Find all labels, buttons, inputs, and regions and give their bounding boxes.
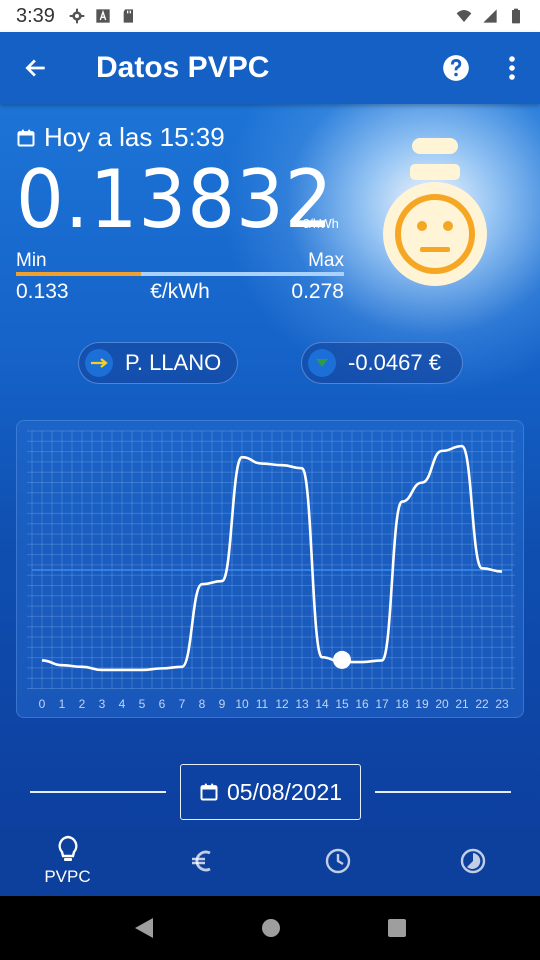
help-icon: [443, 55, 469, 81]
current-price: 0.13832: [16, 153, 334, 246]
nav-item-stats[interactable]: [405, 826, 540, 896]
app-bar: Datos PVPC: [0, 32, 540, 104]
status-time: 3:39: [16, 4, 55, 27]
home-circle-icon[interactable]: [260, 917, 282, 939]
bottom-navigation: PVPC: [0, 826, 540, 896]
x-tick-label: 19: [415, 697, 429, 711]
main-content: Hoy a las 15:39 0.13832 €/kWh Min Max 0.…: [0, 104, 540, 834]
x-tick-label: 14: [315, 697, 329, 711]
more-vert-icon: [509, 56, 515, 80]
price-unit: €/kWh: [302, 216, 339, 231]
x-tick-label: 13: [295, 697, 309, 711]
settings-icon: [69, 8, 85, 24]
calendar-icon: [200, 783, 218, 801]
max-label: Max: [308, 250, 344, 271]
range-unit: €/kWh: [150, 280, 210, 303]
price-range-bar: [16, 272, 344, 276]
triangle-down-icon: [308, 349, 336, 377]
help-button[interactable]: [428, 32, 484, 104]
current-time-label: Hoy a las 15:39: [16, 122, 225, 153]
x-tick-label: 1: [59, 697, 66, 711]
price-difference-badge: -0.0467 €: [301, 342, 463, 384]
x-tick-label: 9: [219, 697, 226, 711]
range-values: 0.133 €/kWh 0.278: [16, 280, 344, 304]
calendar-icon: [17, 129, 35, 146]
x-tick-label: 23: [495, 697, 509, 711]
x-tick-label: 15: [335, 697, 349, 711]
x-tick-label: 7: [179, 697, 186, 711]
font-icon: [96, 9, 110, 23]
x-tick-label: 3: [99, 697, 106, 711]
x-tick-label: 18: [395, 697, 409, 711]
price-chart[interactable]: 0 1 2 3 4 5 6 7 8 9 10 11 12 13 14 15 16 17 18 19 20 21 22 23: [16, 420, 524, 718]
x-tick-label: 5: [139, 697, 146, 711]
wifi-icon: [456, 10, 472, 22]
x-tick-label: 10: [235, 697, 249, 711]
price-difference-label: -0.0467 €: [348, 350, 441, 375]
min-value: 0.133: [16, 280, 69, 303]
x-tick-label: 21: [455, 697, 469, 711]
max-value: 0.278: [291, 280, 344, 303]
x-tick-label: 20: [435, 697, 449, 711]
nav-item-history[interactable]: [270, 826, 405, 896]
x-tick-label: 12: [275, 697, 289, 711]
date-time-text: Hoy a las 15:39: [44, 122, 225, 152]
price-line-chart: 0 1 2 3 4 5 6 7 8 9 10 11 12 13 14 15 16 17 18 19 20 21 22 23: [27, 430, 515, 711]
tariff-period-badge: P. LLANO: [78, 342, 238, 384]
x-tick-label: 8: [199, 697, 206, 711]
sd-card-icon: [123, 9, 133, 23]
back-triangle-icon[interactable]: [133, 916, 155, 940]
min-label: Min: [16, 250, 47, 271]
x-tick-label: 6: [159, 697, 166, 711]
current-hour-marker: [333, 650, 351, 669]
battery-icon: [512, 8, 520, 24]
clock-icon: [325, 848, 350, 874]
divider-left: [30, 791, 166, 793]
back-button[interactable]: [0, 32, 72, 104]
x-tick-label: 11: [256, 697, 269, 711]
recents-square-icon[interactable]: [387, 918, 407, 938]
more-options-button[interactable]: [484, 32, 540, 104]
date-picker-button[interactable]: 05/08/2021: [180, 764, 361, 820]
x-tick-label: 0: [39, 697, 46, 711]
tariff-period-label: P. LLANO: [125, 350, 222, 375]
arrow-right-icon: [85, 349, 113, 377]
arrow-left-icon: [25, 59, 45, 77]
neutral-face-icon: [383, 138, 487, 286]
selected-date: 05/08/2021: [226, 778, 343, 805]
status-bar: 3:39: [0, 0, 540, 32]
nav-item-euro[interactable]: [135, 826, 270, 896]
price-range-fill: [16, 272, 141, 276]
range-labels: Min Max: [16, 250, 344, 272]
nav-item-pvpc[interactable]: PVPC: [0, 826, 135, 896]
euro-icon: [191, 850, 211, 872]
lightbulb-icon: [57, 835, 78, 861]
nav-label-pvpc: PVPC: [44, 867, 91, 886]
x-tick-label: 17: [375, 697, 389, 711]
x-tick-label: 2: [79, 697, 86, 711]
x-tick-label: 16: [355, 697, 369, 711]
x-tick-label: 22: [475, 697, 489, 711]
page-title: Datos PVPC: [96, 51, 270, 84]
system-navigation-bar: [0, 896, 540, 960]
signal-icon: [483, 9, 497, 23]
divider-right: [375, 791, 511, 793]
pie-icon: [460, 848, 485, 874]
x-tick-label: 4: [119, 697, 126, 711]
